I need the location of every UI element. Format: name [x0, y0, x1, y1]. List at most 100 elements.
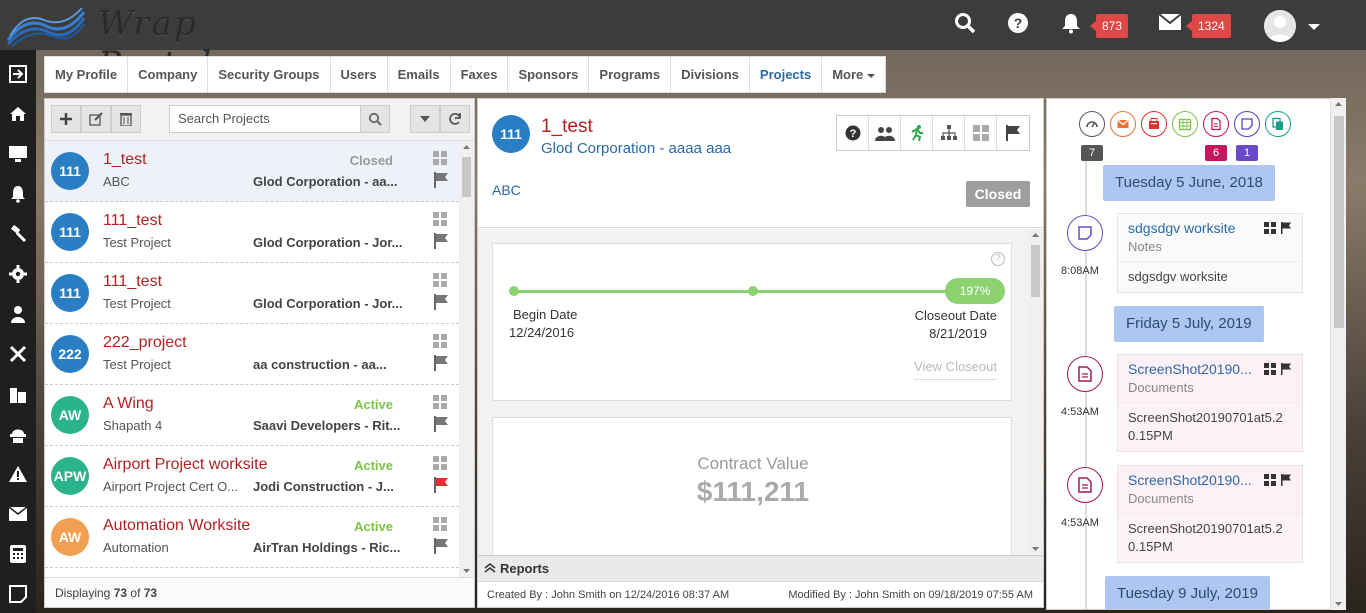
- project-row[interactable]: AW Automation Worksite Automation Active Air…: [45, 507, 459, 568]
- building-icon[interactable]: [0, 374, 36, 414]
- calculator-icon[interactable]: [0, 534, 36, 574]
- gavel-icon[interactable]: [0, 214, 36, 254]
- project-row[interactable]: 111 111_test Test Project Glod Corporation …: [45, 202, 459, 263]
- tab-programs[interactable]: Programs: [589, 57, 672, 92]
- filter-dropdown-button[interactable]: [410, 105, 440, 133]
- project-list-scrollbar[interactable]: [459, 141, 474, 577]
- bell-icon[interactable]: [1058, 12, 1084, 38]
- help-icon[interactable]: ?: [991, 252, 1005, 266]
- tab-more[interactable]: More: [822, 57, 885, 92]
- activity-scrollbar[interactable]: [1330, 98, 1346, 610]
- org-chart-button[interactable]: [933, 116, 965, 150]
- tab-emails[interactable]: Emails: [388, 57, 451, 92]
- email-icon[interactable]: [1110, 111, 1136, 137]
- project-name[interactable]: A Wing: [103, 395, 154, 413]
- tab-sponsors[interactable]: Sponsors: [508, 57, 590, 92]
- hardhat-icon[interactable]: [0, 414, 36, 454]
- grid-icon[interactable]: [433, 151, 447, 165]
- tab-company[interactable]: Company: [128, 57, 209, 92]
- project-row[interactable]: 111 111_test Test Project Glod Corporation …: [45, 263, 459, 324]
- project-name[interactable]: 111_test: [103, 212, 162, 230]
- project-row[interactable]: 222 222_project Test Project aa constructio…: [45, 324, 459, 385]
- tab-users[interactable]: Users: [331, 57, 388, 92]
- scroll-up-icon[interactable]: [459, 141, 474, 153]
- flag-icon[interactable]: [433, 294, 449, 310]
- scroll-thumb[interactable]: [462, 157, 471, 197]
- delete-button[interactable]: [111, 105, 141, 133]
- avatar[interactable]: [1264, 10, 1296, 42]
- scroll-down-icon[interactable]: [1028, 543, 1043, 555]
- project-name[interactable]: Airport Project worksite: [103, 456, 268, 474]
- bell-icon[interactable]: [0, 174, 36, 214]
- tab-security-groups[interactable]: Security Groups: [208, 57, 331, 92]
- project-row[interactable]: 111 1_test ABC Closed Glod Corporation - aa.…: [45, 141, 459, 202]
- scroll-down-icon[interactable]: [459, 565, 474, 577]
- help-icon[interactable]: ?: [1005, 12, 1031, 38]
- activity-card[interactable]: ScreenShot20190... Documents ScreenShot2…: [1117, 354, 1303, 452]
- activity-title[interactable]: sdgsdgv worksite: [1128, 220, 1254, 236]
- note-icon[interactable]: [1234, 111, 1260, 137]
- activity-title[interactable]: ScreenShot20190...: [1128, 472, 1254, 488]
- tab-projects[interactable]: Projects: [750, 57, 823, 92]
- reports-section[interactable]: Reports: [478, 555, 1043, 581]
- project-name[interactable]: 111_test: [103, 273, 162, 291]
- monitor-icon[interactable]: [0, 134, 36, 174]
- tab-my-profile[interactable]: My Profile: [45, 57, 129, 92]
- grid-flag-icons[interactable]: [1264, 363, 1294, 375]
- copy-icon[interactable]: [1265, 111, 1291, 137]
- project-row[interactable]: [45, 568, 459, 577]
- flag-icon[interactable]: [433, 416, 449, 432]
- project-name[interactable]: 222_project: [103, 334, 187, 352]
- calendar-icon[interactable]: [1172, 111, 1198, 137]
- dashboard-icon[interactable]: [1079, 111, 1105, 137]
- logo[interactable]: Wrap Portal: [6, 2, 306, 84]
- tools-icon[interactable]: [0, 334, 36, 374]
- grid-icon[interactable]: [433, 273, 447, 287]
- messages-badge[interactable]: 1324: [1186, 14, 1231, 38]
- edit-button[interactable]: [81, 105, 111, 133]
- detail-scrollbar[interactable]: [1028, 229, 1043, 555]
- project-row[interactable]: AW A Wing Shapath 4 Active Saavi Developers …: [45, 385, 459, 446]
- grid-icon[interactable]: [433, 395, 447, 409]
- grid-flag-icons[interactable]: [1264, 222, 1294, 234]
- fax-icon[interactable]: [1141, 111, 1167, 137]
- project-name[interactable]: 1_test: [103, 151, 147, 169]
- run-button[interactable]: [901, 116, 933, 150]
- chevron-down-icon[interactable]: [1308, 24, 1320, 30]
- scroll-down-icon[interactable]: [1331, 598, 1346, 610]
- scroll-up-icon[interactable]: [1331, 98, 1346, 110]
- scroll-thumb[interactable]: [1031, 245, 1040, 297]
- envelope-icon[interactable]: [1157, 12, 1183, 38]
- home-icon[interactable]: [0, 94, 36, 134]
- add-button[interactable]: [51, 105, 81, 133]
- warning-icon[interactable]: [0, 454, 36, 494]
- search-projects-input[interactable]: Search Projects: [169, 105, 389, 133]
- flag-icon[interactable]: [433, 355, 449, 371]
- scroll-thumb[interactable]: [1334, 116, 1344, 328]
- note-icon[interactable]: [0, 574, 36, 613]
- project-name[interactable]: Automation Worksite: [103, 517, 250, 535]
- tab-divisions[interactable]: Divisions: [671, 57, 750, 92]
- tab-faxes[interactable]: Faxes: [451, 57, 509, 92]
- refresh-button[interactable]: [440, 105, 470, 133]
- gear-icon[interactable]: [0, 254, 36, 294]
- activity-card[interactable]: sdgsdgv worksite Notes sdgsdgv worksite: [1117, 213, 1303, 293]
- team-button[interactable]: [869, 116, 901, 150]
- flag-icon[interactable]: [433, 538, 449, 554]
- scroll-up-icon[interactable]: [1028, 229, 1043, 241]
- activity-card[interactable]: ScreenShot20190... Documents ScreenShot2…: [1117, 465, 1303, 563]
- flag-button[interactable]: [997, 116, 1029, 150]
- grid-icon[interactable]: [433, 517, 447, 531]
- user-icon[interactable]: [0, 294, 36, 334]
- help-button[interactable]: ?: [837, 116, 869, 150]
- grid-flag-icons[interactable]: [1264, 474, 1294, 486]
- search-icon[interactable]: [952, 12, 978, 38]
- project-title[interactable]: 1_test: [541, 116, 593, 138]
- flag-icon[interactable]: [433, 477, 449, 493]
- project-row[interactable]: APW Airport Project worksite Airport Proje…: [45, 446, 459, 507]
- notifications-badge[interactable]: 873: [1089, 14, 1129, 38]
- envelope-icon[interactable]: [0, 494, 36, 534]
- flag-icon[interactable]: [433, 233, 449, 249]
- grid-icon[interactable]: [433, 334, 447, 348]
- view-closeout-link[interactable]: View Closeout: [914, 359, 997, 380]
